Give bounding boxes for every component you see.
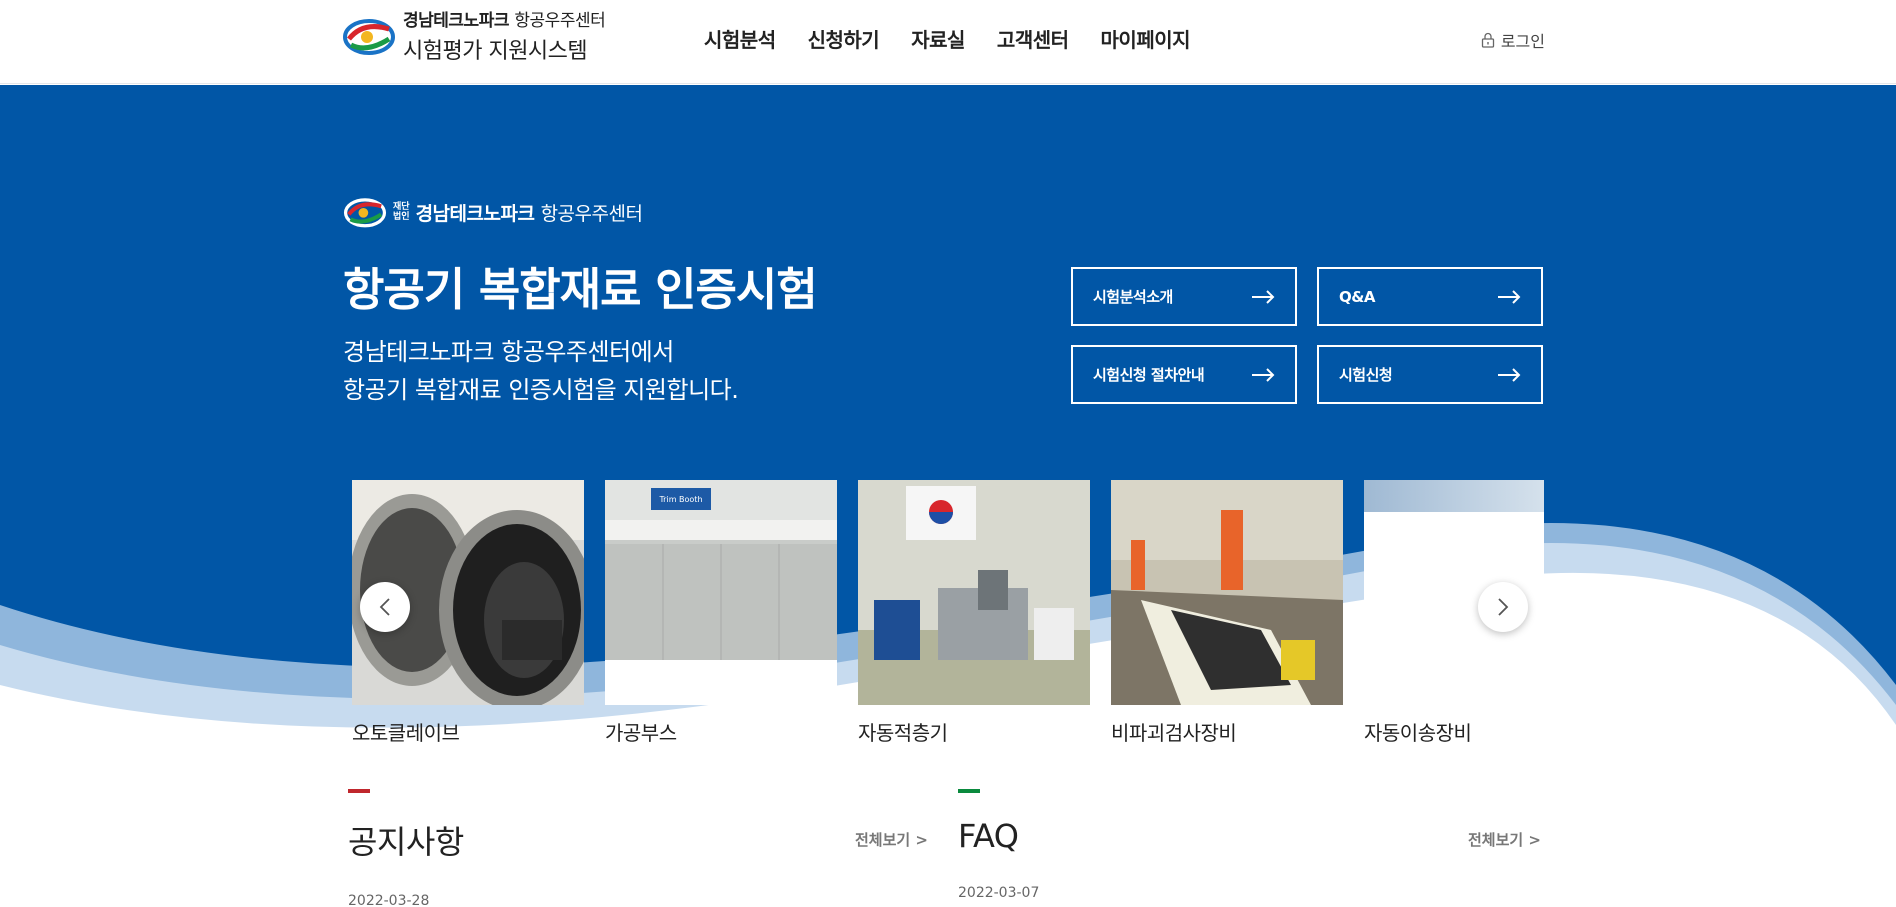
card-label-layup: 자동적층기: [858, 721, 948, 745]
qna-button[interactable]: Q&A: [1317, 267, 1543, 326]
notice-date: 2022-03-28: [348, 893, 430, 907]
notice-board: 공지사항 전체보기 > 2022-03-28: [348, 789, 928, 907]
login-button[interactable]: 로그인: [1481, 28, 1545, 52]
hero-org-logo: 재단 법인 경남테크노파크 항공우주센터: [343, 195, 643, 229]
logo-center-name: 항공우주센터: [514, 11, 606, 31]
carousel-prev-button[interactable]: [360, 582, 410, 632]
faq-accent-bar: [958, 789, 980, 793]
hero-org-bold: 경남테크노파크: [415, 202, 535, 225]
hero-org-small-2: 법인: [393, 212, 410, 222]
test-intro-button[interactable]: 시험분석소개: [1071, 267, 1297, 326]
hero-desc-line1: 경남테크노파크 항공우주센터에서: [343, 338, 674, 366]
booth-sign-text: Trim Booth: [658, 495, 702, 504]
arrow-right-icon: [1498, 367, 1521, 382]
test-apply-label: 시험신청: [1339, 366, 1393, 384]
arrow-right-icon: [1252, 367, 1275, 382]
gntp-logo-icon: [343, 18, 395, 55]
hero-description: 경남테크노파크 항공우주센터에서 항공기 복합재료 인증시험을 지원합니다.: [343, 333, 739, 409]
header: 경남테크노파크 항공우주센터 시험평가 지원시스템 시험분석 신청하기 자료실 …: [0, 0, 1896, 84]
main-nav: 시험분석 신청하기 자료실 고객센터 마이페이지: [704, 24, 1191, 53]
ndt-equipment-image: [1111, 480, 1343, 705]
processing-booth-image: Trim Booth: [605, 480, 837, 705]
nav-customer-center[interactable]: 고객센터: [997, 24, 1069, 53]
notice-title: 공지사항: [348, 823, 464, 861]
qna-label: Q&A: [1339, 287, 1375, 306]
nav-apply[interactable]: 신청하기: [808, 24, 880, 53]
test-apply-button[interactable]: 시험신청: [1317, 345, 1543, 404]
card-label-autoclave: 오토클레이브: [352, 721, 460, 745]
nav-mypage[interactable]: 마이페이지: [1101, 24, 1191, 53]
arrow-right-icon: [1252, 289, 1275, 304]
chevron-left-icon: [379, 598, 390, 616]
logo-org-name: 경남테크노파크: [403, 11, 509, 31]
carousel-card[interactable]: 비파괴검사장비: [1111, 480, 1343, 746]
hero-org-light: 항공우주센터: [540, 202, 643, 225]
nav-resources[interactable]: 자료실: [911, 24, 965, 53]
faq-date: 2022-03-07: [958, 885, 1040, 901]
card-label-booth: 가공부스: [605, 721, 677, 745]
card-label-ndt: 비파괴검사장비: [1111, 721, 1237, 745]
logo-system-name: 시험평가 지원시스템: [403, 39, 588, 64]
carousel-next-button[interactable]: [1478, 582, 1528, 632]
test-intro-label: 시험분석소개: [1093, 288, 1173, 306]
hero-org-small-1: 재단: [393, 202, 410, 212]
faq-title: FAQ: [958, 817, 1019, 855]
card-label-transfer: 자동이송장비: [1364, 721, 1472, 745]
notice-accent-bar: [348, 789, 370, 793]
hero-title: 항공기 복합재료 인증시험: [343, 263, 818, 316]
arrow-right-icon: [1498, 289, 1521, 304]
procedure-guide-button[interactable]: 시험신청 절차안내: [1071, 345, 1297, 404]
hero-desc-line2: 항공기 복합재료 인증시험을 지원합니다.: [343, 376, 739, 404]
nav-test-analysis[interactable]: 시험분석: [704, 24, 776, 53]
lock-icon: [1481, 32, 1494, 48]
site-logo[interactable]: 경남테크노파크 항공우주센터 시험평가 지원시스템: [343, 6, 606, 65]
gntp-logo-icon: [343, 198, 387, 228]
procedure-guide-label: 시험신청 절차안내: [1093, 366, 1205, 384]
faq-view-all-link[interactable]: 전체보기 >: [1468, 829, 1541, 850]
carousel-card[interactable]: 자동적층기: [858, 480, 1090, 746]
login-label: 로그인: [1500, 32, 1545, 51]
auto-layup-image: [858, 480, 1090, 705]
chevron-right-icon: [1498, 598, 1509, 616]
faq-board: FAQ 전체보기 > 2022-03-07: [958, 789, 1541, 901]
notice-view-all-link[interactable]: 전체보기 >: [855, 829, 928, 850]
carousel-card[interactable]: Trim Booth 가공부스: [605, 480, 837, 746]
